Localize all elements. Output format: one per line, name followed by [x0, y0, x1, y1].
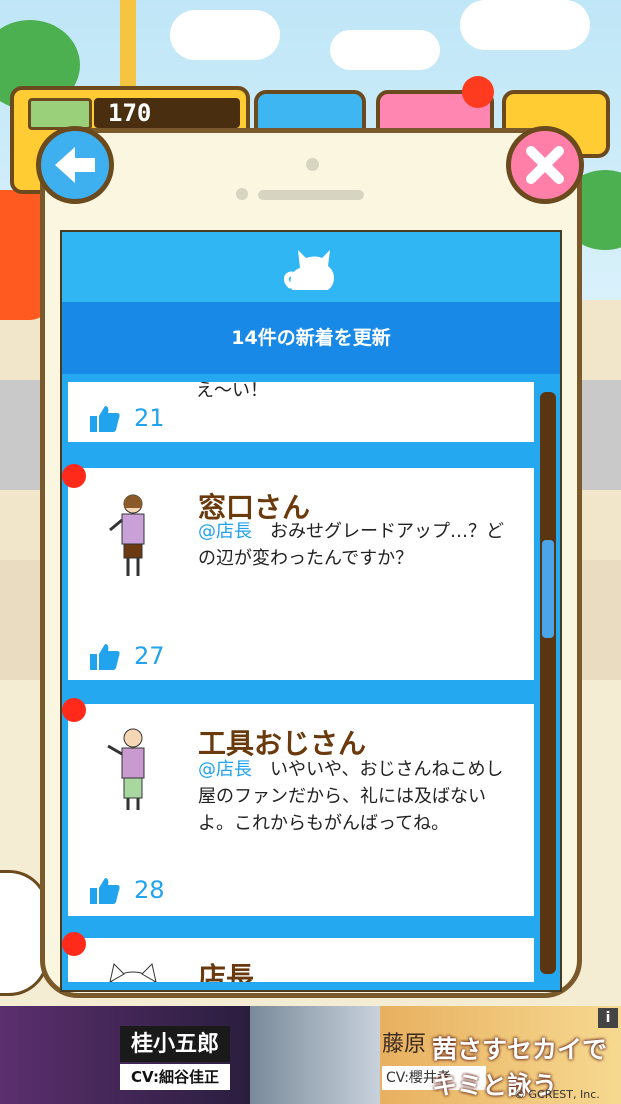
scrollbar-thumb[interactable] [542, 540, 554, 638]
pole [120, 0, 136, 86]
post-mention[interactable]: @店長 [198, 759, 252, 780]
like-count: 28 [134, 876, 165, 904]
list-item: え〜い！ 21 [68, 382, 534, 442]
close-icon [526, 146, 564, 184]
unread-dot [62, 698, 86, 722]
ad-char2-name: 藤原 [382, 1032, 427, 1057]
list-item: 窓口さん @店長 おみせグレードアップ…？どの辺が変わったんですか？ 27 [68, 468, 534, 680]
avatar [109, 494, 145, 576]
cash-icon [28, 98, 92, 130]
scrollbar-track[interactable] [540, 392, 556, 974]
ad-copyright: © GCREST, Inc. [514, 1088, 600, 1101]
like-button[interactable]: 28 [90, 876, 165, 904]
ad-banner[interactable]: 桂小五郎 CV:細谷佳正 藤原 CV:櫻井孝 茜さすセカイでキミと詠う © GC… [0, 1006, 621, 1104]
ad-char1-cv: CV:細谷佳正 [120, 1064, 230, 1090]
like-count: 27 [134, 642, 165, 670]
post-message: え〜い！ [196, 382, 268, 401]
ad-char1-name: 桂小五郎 [120, 1026, 230, 1062]
thumbs-up-icon [90, 644, 120, 670]
like-button[interactable]: 27 [90, 642, 165, 670]
list-item: 店長 [68, 938, 534, 982]
refresh-banner[interactable]: 14件の新着を更新 [62, 302, 560, 374]
cat-icon [284, 250, 334, 290]
post-message: @店長 おみせグレードアップ…？どの辺が変わったんですか？ [198, 521, 504, 569]
feed-list[interactable]: え〜い！ 21 窓口さん @店長 おみせグレードアップ…？どの辺が変わったんです… [68, 382, 534, 982]
phone-sensor [236, 188, 248, 200]
post-message: @店長 いやいや、おじさんねこめし屋のファンだから、礼には及ばないよ。これからも… [198, 759, 504, 834]
feed-header [62, 232, 560, 302]
ad-character-middle [250, 1006, 380, 1104]
avatar [107, 728, 145, 810]
cloud [170, 10, 280, 60]
avatar [109, 963, 157, 982]
notification-badge [462, 76, 494, 108]
unread-dot [62, 464, 86, 488]
phone-camera [306, 158, 319, 171]
thumbs-up-icon [90, 878, 120, 904]
unread-dot [62, 932, 86, 956]
post-author: 店長 [198, 961, 255, 982]
ad-info-icon[interactable]: i [598, 1008, 618, 1028]
like-button[interactable]: 21 [90, 404, 165, 432]
list-item: 工具おじさん @店長 いやいや、おじさんねこめし屋のファンだから、礼には及ばない… [68, 704, 534, 916]
money-value: 170 [94, 98, 240, 128]
phone-speaker [258, 190, 364, 200]
feed-screen: 14件の新着を更新 え〜い！ 21 窓口さん @店長 おみせグレードアップ…？ど… [60, 230, 562, 992]
close-button[interactable] [506, 126, 584, 204]
thumbs-up-icon [90, 406, 120, 432]
like-count: 21 [134, 404, 165, 432]
cloud [330, 30, 440, 70]
back-button[interactable] [36, 126, 114, 204]
cloud [460, 0, 590, 50]
arrow-left-icon [55, 147, 95, 183]
post-mention[interactable]: @店長 [198, 521, 252, 542]
